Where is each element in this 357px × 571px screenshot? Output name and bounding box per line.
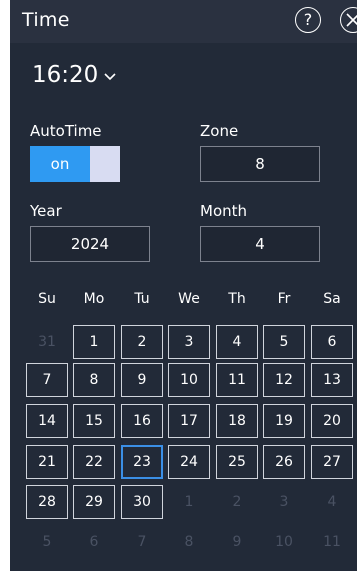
year-field[interactable]: 2024 — [30, 226, 150, 262]
month-label: Month — [200, 202, 248, 220]
close-icon — [346, 13, 357, 27]
calendar-day[interactable]: 3 — [168, 325, 210, 359]
help-button[interactable]: ? — [295, 7, 321, 33]
weekday-header: Sa — [323, 291, 341, 307]
calendar-day[interactable]: 29 — [73, 485, 115, 519]
calendar-day[interactable]: 2 — [121, 325, 163, 359]
calendar-day[interactable]: 7 — [26, 363, 68, 397]
weekday-header: Mo — [83, 291, 105, 307]
calendar-day-outside-month: 11 — [323, 534, 341, 550]
month-field[interactable]: 4 — [200, 226, 320, 262]
chevron-down-icon[interactable] — [104, 73, 116, 81]
calendar-day[interactable]: 8 — [73, 363, 115, 397]
calendar-day-outside-month: 10 — [275, 534, 293, 550]
calendar-day-outside-month: 7 — [137, 534, 147, 550]
calendar-day[interactable]: 10 — [168, 363, 210, 397]
calendar-day[interactable]: 19 — [263, 404, 305, 438]
calendar-day[interactable]: 13 — [311, 363, 353, 397]
weekday-header: Tu — [134, 291, 150, 307]
autotime-toggle[interactable]: on — [30, 146, 120, 182]
calendar-day[interactable]: 16 — [121, 404, 163, 438]
title-bar: Time ? — [10, 0, 357, 43]
calendar-day[interactable]: 27 — [311, 445, 353, 479]
calendar-day[interactable]: 15 — [73, 404, 115, 438]
calendar-day[interactable]: 28 — [26, 485, 68, 519]
time-display[interactable]: 16:20 — [32, 62, 98, 88]
year-label: Year — [30, 202, 62, 220]
weekday-header: Th — [228, 291, 246, 307]
calendar-day[interactable]: 24 — [168, 445, 210, 479]
weekday-header: We — [178, 291, 200, 307]
zone-field[interactable]: 8 — [200, 146, 320, 182]
calendar-day[interactable]: 18 — [216, 404, 258, 438]
calendar-day[interactable]: 30 — [121, 485, 163, 519]
calendar-day[interactable]: 4 — [216, 325, 258, 359]
question-icon: ? — [303, 10, 313, 29]
calendar-day[interactable]: 23 — [121, 445, 163, 479]
dialog-title: Time — [22, 9, 70, 31]
calendar-day[interactable]: 25 — [216, 445, 258, 479]
zone-label: Zone — [200, 122, 239, 140]
calendar-day-outside-month: 4 — [327, 494, 337, 510]
calendar-day[interactable]: 17 — [168, 404, 210, 438]
calendar-day-outside-month: 9 — [232, 534, 242, 550]
calendar-day-outside-month: 5 — [42, 534, 52, 550]
calendar-day-outside-month: 31 — [38, 334, 56, 350]
weekday-header: Fr — [277, 291, 291, 307]
calendar-day[interactable]: 5 — [263, 325, 305, 359]
autotime-label: AutoTime — [30, 122, 102, 140]
calendar-day[interactable]: 11 — [216, 363, 258, 397]
calendar-day[interactable]: 22 — [73, 445, 115, 479]
toggle-on-segment: on — [30, 146, 90, 182]
calendar-day-outside-month: 6 — [89, 534, 99, 550]
calendar-day-outside-month: 8 — [184, 534, 194, 550]
calendar-day[interactable]: 20 — [311, 404, 353, 438]
weekday-header: Su — [38, 291, 56, 307]
calendar-day[interactable]: 21 — [26, 445, 68, 479]
calendar-day[interactable]: 12 — [263, 363, 305, 397]
calendar-day[interactable]: 9 — [121, 363, 163, 397]
calendar-day[interactable]: 26 — [263, 445, 305, 479]
calendar-day-outside-month: 1 — [184, 494, 194, 510]
calendar-day-outside-month: 3 — [279, 494, 289, 510]
calendar-day[interactable]: 14 — [26, 404, 68, 438]
calendar-day[interactable]: 6 — [311, 325, 353, 359]
calendar-day[interactable]: 1 — [73, 325, 115, 359]
close-button[interactable] — [340, 7, 357, 33]
calendar-day-outside-month: 2 — [232, 494, 242, 510]
